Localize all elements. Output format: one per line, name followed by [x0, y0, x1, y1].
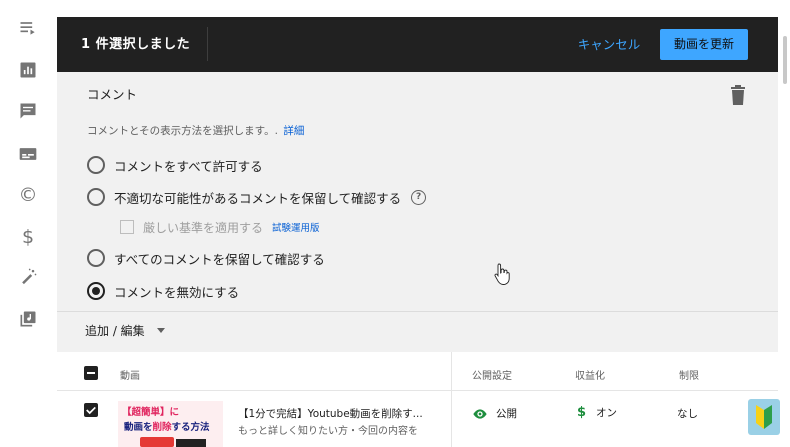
radio-button[interactable] — [87, 188, 105, 206]
left-nav-rail: © $ — [0, 0, 57, 447]
column-divider — [451, 352, 452, 447]
checkmark-icon — [86, 406, 96, 415]
radio-button-selected[interactable] — [87, 282, 105, 300]
strict-filter-checkbox — [120, 220, 134, 234]
visibility-cell[interactable]: 公開 — [472, 406, 517, 421]
thumbnail-text-line2: 動画を削除する方法 — [124, 419, 210, 433]
radio-label: コメントをすべて許可する — [114, 158, 263, 174]
customization-wand-icon[interactable] — [17, 266, 39, 288]
caret-down-icon — [156, 328, 165, 333]
radio-button[interactable] — [87, 249, 105, 267]
trial-badge: 試験運用版 — [272, 223, 320, 234]
thumbnail-text-line1: 【超簡単】に — [122, 407, 180, 418]
thumbnail-text-a: 動画を — [124, 422, 153, 433]
cancel-button[interactable]: キャンセル — [569, 29, 649, 60]
radio-allow-all[interactable]: コメントをすべて許可する — [87, 155, 263, 175]
header-visibility[interactable]: 公開設定 — [472, 367, 512, 382]
beginner-mark-icon — [748, 399, 780, 435]
monetization-icon[interactable]: $ — [17, 226, 39, 248]
monetization-cell[interactable]: $ オン — [577, 405, 617, 420]
add-edit-label: 追加 / 編集 — [85, 324, 145, 338]
comments-section-title: コメント — [87, 87, 138, 102]
help-icon[interactable]: ? — [411, 189, 427, 205]
thumbnail-dark-bar — [176, 439, 206, 447]
row-checkbox[interactable] — [84, 403, 98, 417]
radio-label: すべてのコメントを保留して確認する — [114, 251, 325, 267]
restrictions-value: なし — [677, 408, 698, 420]
section-divider — [57, 311, 778, 312]
strict-filter-label: 厳しい基準を適用する — [143, 220, 264, 235]
update-videos-button[interactable]: 動画を更新 — [660, 29, 748, 60]
playlist-icon[interactable] — [17, 17, 39, 39]
indeterminate-mark — [87, 372, 95, 374]
video-description: もっと詳しく知りたい方・今回の内容を — [238, 426, 418, 437]
subtitles-icon[interactable] — [17, 143, 39, 165]
top-strip — [57, 0, 778, 17]
header-divider — [207, 27, 208, 61]
bulk-edit-panel: 1 件選択しました キャンセル 動画を更新 コメント コメントとその表示方法を選… — [57, 0, 778, 447]
radio-hold-inappropriate[interactable]: 不適切な可能性があるコメントを保留して確認する ? — [87, 187, 427, 207]
video-thumbnail[interactable]: 【超簡単】に 動画を削除する方法 — [118, 401, 223, 447]
radio-button[interactable] — [87, 156, 105, 174]
details-link[interactable]: 詳細 — [283, 125, 304, 137]
selection-count: 1 件選択しました — [81, 37, 191, 52]
radio-label: 不適切な可能性があるコメントを保留して確認する — [114, 190, 402, 206]
radio-disable-comments[interactable]: コメントを無効にする — [87, 281, 239, 301]
thumbnail-text-b: 削除 — [152, 422, 172, 433]
videos-table: 動画 公開設定 収益化 制限 【超簡単】に 動画を削除する方法 【1分で完結】Y… — [57, 352, 778, 447]
visibility-value: 公開 — [496, 408, 517, 420]
row-divider — [57, 390, 778, 391]
header-monetization[interactable]: 収益化 — [575, 367, 605, 382]
strict-filter-row: 厳しい基準を適用する 試験運用版 — [120, 217, 320, 237]
comments-description: コメントとその表示方法を選択します。. 詳細 — [87, 123, 304, 138]
add-edit-dropdown[interactable]: 追加 / 編集 — [85, 322, 165, 339]
header-video[interactable]: 動画 — [120, 367, 140, 382]
monetization-value: オン — [596, 407, 618, 419]
comments-description-text: コメントとその表示方法を選択します。. — [87, 125, 278, 137]
wakaba-mark-shape — [756, 405, 772, 429]
comments-icon[interactable] — [17, 100, 39, 122]
header-restrictions[interactable]: 制限 — [679, 367, 699, 382]
selection-header: 1 件選択しました キャンセル 動画を更新 — [57, 17, 778, 72]
eye-icon — [473, 408, 487, 419]
radio-hold-all[interactable]: すべてのコメントを保留して確認する — [87, 248, 325, 268]
video-title[interactable]: 【1分で完結】Youtube動画を削除す... — [238, 406, 423, 421]
select-all-checkbox[interactable] — [84, 366, 98, 380]
hand-cursor-icon — [494, 263, 510, 285]
youtube-logo-shape — [140, 437, 174, 447]
thumbnail-text-c: する方法 — [171, 422, 210, 433]
delete-icon[interactable] — [730, 85, 746, 105]
radio-label: コメントを無効にする — [114, 284, 240, 300]
dollar-icon: $ — [577, 405, 587, 420]
scrollbar-thumb[interactable] — [783, 36, 787, 84]
analytics-icon[interactable] — [17, 59, 39, 81]
audio-library-icon[interactable] — [17, 308, 39, 330]
copyright-icon[interactable]: © — [17, 184, 39, 206]
